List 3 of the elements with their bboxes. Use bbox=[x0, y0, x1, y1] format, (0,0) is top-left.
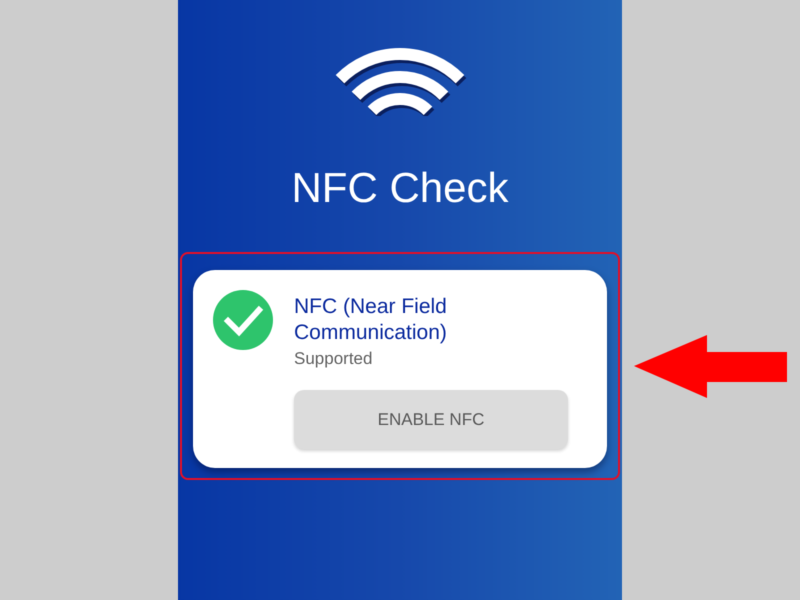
feature-name: NFC (Near Field Communication) bbox=[294, 294, 448, 346]
status-text: Supported bbox=[294, 348, 372, 370]
screen-title: NFC Check bbox=[291, 164, 509, 212]
